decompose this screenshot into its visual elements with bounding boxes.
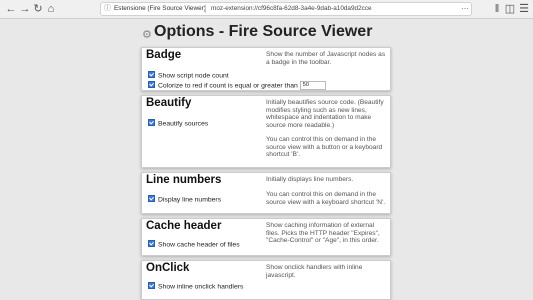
sidebar-icon[interactable]: ◫ — [503, 2, 517, 16]
section-title: Badge — [146, 49, 182, 61]
checkbox[interactable] — [148, 195, 155, 202]
page-actions-icon[interactable]: ⋯ — [461, 3, 469, 15]
url-text[interactable]: moz-extension://cf96c8fa-62d8-3a4e-9dab-… — [211, 3, 372, 15]
section-description-2: You can control this on demand in the so… — [266, 136, 383, 159]
section-onclick: OnClick Show onclick handlers with inlin… — [141, 260, 391, 300]
url-separator — [205, 5, 206, 13]
options-page: ⚙ Options - Fire Source Viewer Badge Sho… — [0, 19, 533, 300]
section-description-2: You can control this on demand in the so… — [266, 191, 386, 206]
option-show-onclick-handlers[interactable]: Show inline onclick handlers — [148, 282, 243, 290]
home-icon[interactable]: ⌂ — [44, 2, 58, 16]
url-bar[interactable]: ⓘ Estensione (Fire Source Viewer) moz-ex… — [100, 2, 472, 16]
library-icon[interactable]: ‖ — [490, 2, 504, 16]
section-line-numbers: Line numbers Initially displays line num… — [141, 172, 391, 214]
section-cache-header: Cache header Show caching information of… — [141, 218, 391, 256]
checkbox[interactable] — [148, 282, 155, 289]
page-title: Options - Fire Source Viewer — [154, 23, 373, 40]
section-description: Show caching information of external fil… — [266, 222, 380, 245]
section-badge: Badge Show the number of Javascript node… — [141, 47, 391, 91]
section-beautify: Beautify Initially beautifies source cod… — [141, 95, 391, 168]
checkbox[interactable] — [148, 81, 155, 88]
section-title: OnClick — [146, 262, 190, 274]
forward-icon[interactable]: → — [18, 2, 32, 16]
section-title: Beautify — [146, 97, 192, 109]
extension-identity-label: Estensione (Fire Source Viewer) — [114, 5, 206, 12]
section-title: Cache header — [146, 220, 222, 232]
option-show-script-node-count[interactable]: Show script node count — [148, 71, 229, 79]
section-title: Line numbers — [146, 174, 222, 186]
option-beautify-sources[interactable]: Beautify sources — [148, 119, 208, 127]
back-icon[interactable]: ← — [4, 2, 18, 16]
section-description: Show onclick handlers with inline javasc… — [266, 264, 363, 279]
threshold-input[interactable]: 50 — [299, 81, 326, 90]
checkbox[interactable] — [148, 119, 155, 126]
gear-icon: ⚙ — [142, 29, 152, 41]
section-description: Show the number of Javascript nodes as a… — [266, 51, 386, 66]
checkbox[interactable] — [148, 240, 155, 247]
section-description: Initially beautifies source code. (Beaut… — [266, 99, 384, 129]
reload-icon[interactable]: ↻ — [31, 2, 45, 16]
checkbox[interactable] — [148, 71, 155, 78]
info-icon[interactable]: ⓘ — [104, 3, 111, 15]
browser-toolbar: ← → ↻ ⌂ ⓘ Estensione (Fire Source Viewer… — [0, 0, 533, 19]
option-colorize-red[interactable]: Colorize to red if count is equal or gre… — [148, 81, 326, 90]
menu-icon[interactable]: ☰ — [517, 2, 531, 16]
option-display-line-numbers[interactable]: Display line numbers — [148, 195, 221, 203]
section-description: Initially displays line numbers. — [266, 176, 354, 183]
option-show-cache-header[interactable]: Show cache header of files — [148, 240, 240, 248]
